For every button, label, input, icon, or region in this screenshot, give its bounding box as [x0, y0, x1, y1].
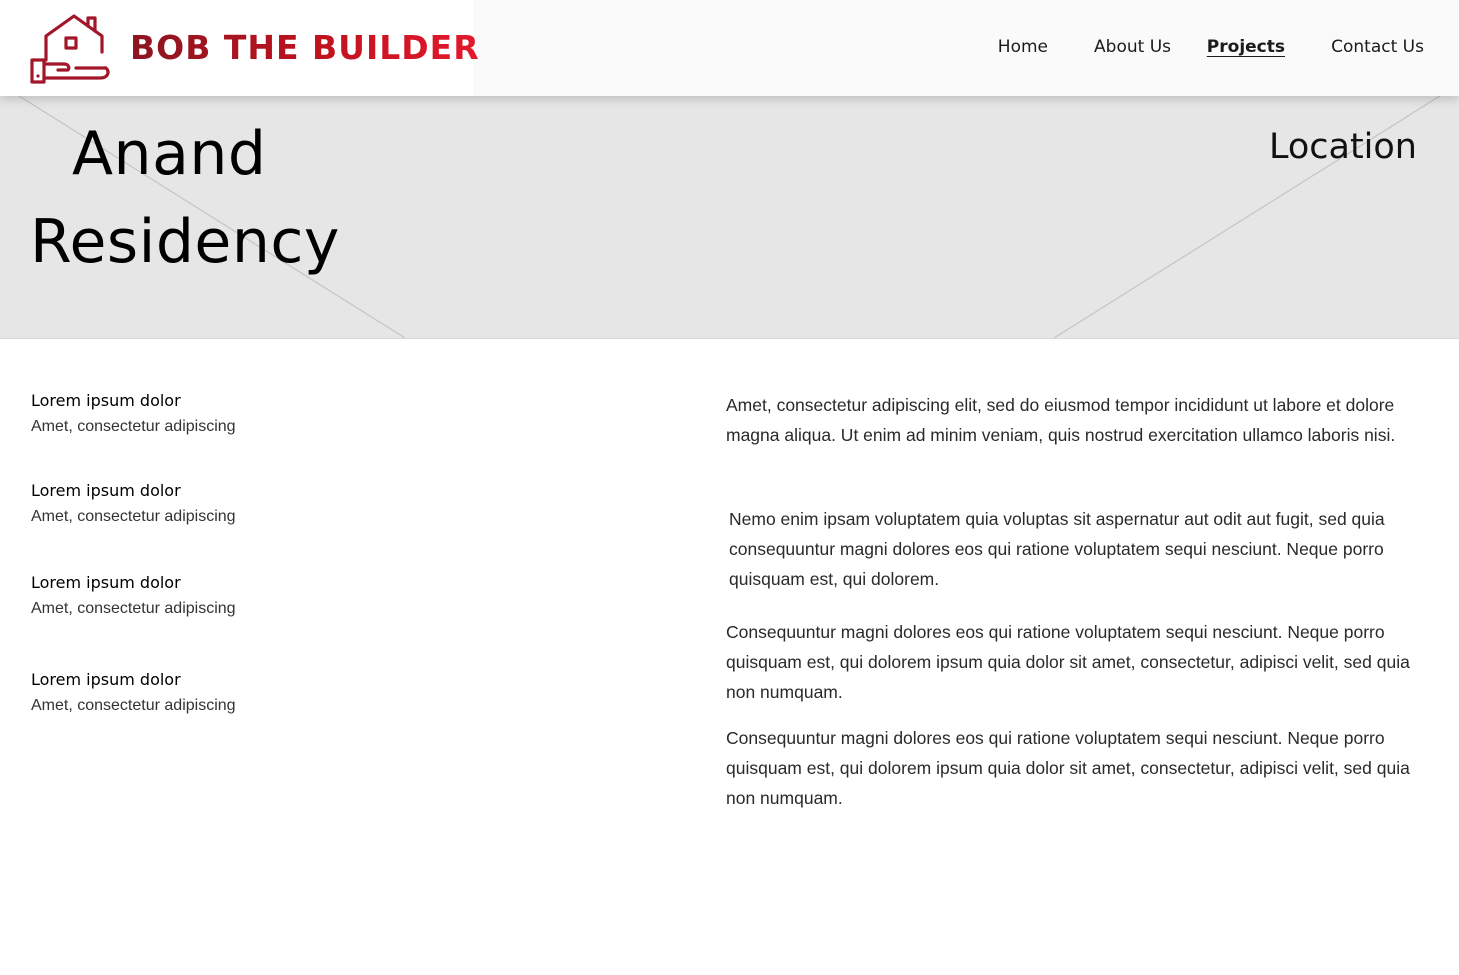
- nav-home[interactable]: Home: [998, 34, 1048, 60]
- logo-link[interactable]: BOB THE BUILDER: [0, 0, 479, 96]
- project-title: Anand Residency: [30, 110, 340, 286]
- nav-contact-us[interactable]: Contact Us: [1331, 34, 1424, 60]
- site-header: BOB THE BUILDER Home About Us Projects C…: [0, 0, 1459, 96]
- spec-title: Lorem ipsum dolor: [31, 481, 181, 500]
- spec-title: Lorem ipsum dolor: [31, 573, 181, 592]
- description-paragraph: Nemo enim ipsam voluptatem quia voluptas…: [729, 509, 1385, 589]
- project-hero: Anand Residency Location: [0, 96, 1459, 339]
- spec-item: Lorem ipsum dolor Amet, consectetur adip…: [31, 478, 236, 530]
- project-title-line1: Anand: [72, 119, 267, 189]
- description-paragraph: Amet, consectetur adipiscing elit, sed d…: [726, 395, 1396, 445]
- spec-item: Lorem ipsum dolor Amet, consectetur adip…: [31, 570, 236, 622]
- spec-title: Lorem ipsum dolor: [31, 391, 181, 410]
- nav-about-us[interactable]: About Us: [1094, 34, 1171, 60]
- brand-name: BOB THE BUILDER: [130, 28, 480, 67]
- spec-title: Lorem ipsum dolor: [31, 670, 181, 689]
- house-in-hand-icon: [30, 14, 110, 84]
- description-paragraph: Consequuntur magni dolores eos qui ratio…: [726, 622, 1410, 702]
- description-paragraph: Consequuntur magni dolores eos qui ratio…: [726, 728, 1410, 808]
- nav-projects[interactable]: Projects: [1207, 34, 1285, 60]
- spec-subtitle: Amet, consectetur adipiscing: [31, 697, 236, 714]
- location-label: Location: [1268, 127, 1417, 167]
- spec-item: Lorem ipsum dolor Amet, consectetur adip…: [31, 667, 236, 719]
- spec-subtitle: Amet, consectetur adipiscing: [31, 418, 236, 435]
- spec-subtitle: Amet, consectetur adipiscing: [31, 600, 236, 617]
- project-title-line2: Residency: [30, 207, 340, 277]
- spec-item: Lorem ipsum dolor Amet, consectetur adip…: [31, 388, 236, 440]
- spec-subtitle: Amet, consectetur adipiscing: [31, 508, 236, 525]
